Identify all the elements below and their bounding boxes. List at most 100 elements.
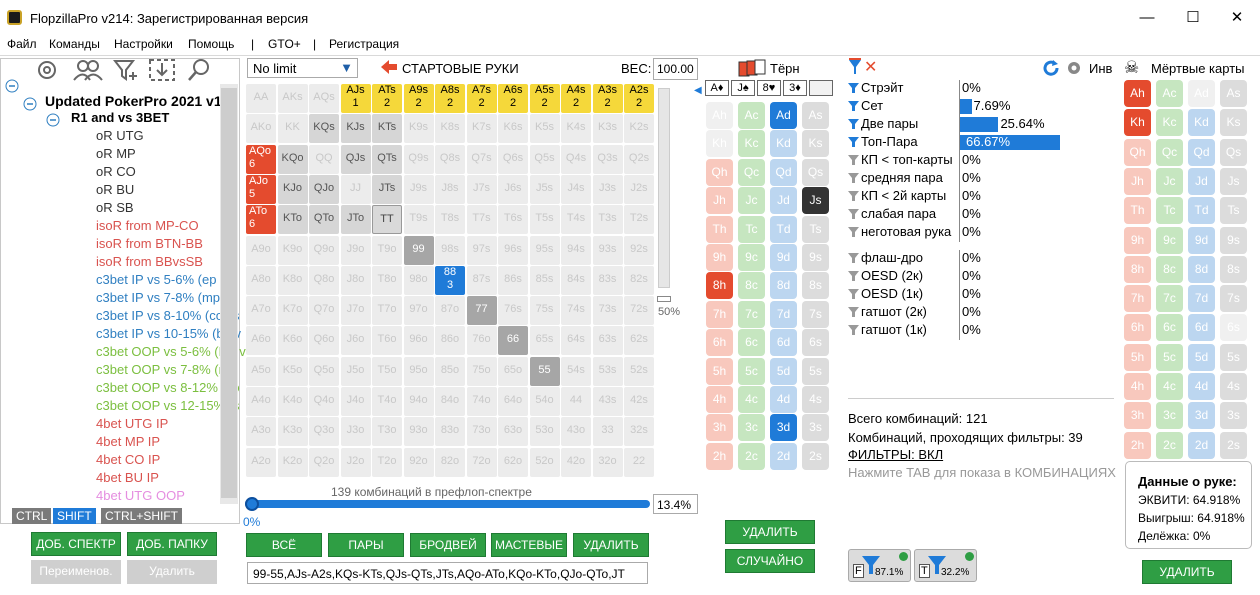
turn-card-Td[interactable]: Td [770, 215, 797, 243]
dead-card-Qd[interactable]: Qd [1188, 138, 1215, 166]
hand-cell-Q4s[interactable]: Q4s [561, 144, 591, 174]
turn-card-9d[interactable]: 9d [770, 244, 797, 271]
hand-cell-QJo[interactable]: QJo [309, 174, 339, 204]
tree-item[interactable]: oR SB [96, 200, 134, 215]
dead-card-As[interactable]: As [1220, 80, 1247, 107]
filter-icon[interactable] [848, 118, 859, 133]
dead-card-4d[interactable]: 4d [1188, 373, 1215, 400]
tree-item[interactable]: c3bet OOP vs 8-12% (co [96, 380, 240, 395]
hand-cell-53o[interactable]: 53o [529, 417, 560, 447]
progress-handle[interactable] [245, 497, 259, 511]
tree-item[interactable]: 4bet CO IP [96, 452, 160, 467]
turn-card-Ac[interactable]: Ac [738, 102, 765, 129]
turn-card-Qs[interactable]: Qs [802, 158, 829, 186]
hand-cell-K6o[interactable]: K6o [277, 326, 308, 356]
hand-cell-86o[interactable]: 86o [435, 326, 465, 356]
turn-card-7s[interactable]: 7s [802, 300, 829, 328]
collapse-icon[interactable] [5, 79, 19, 96]
dead-card-6d[interactable]: 6d [1188, 314, 1215, 342]
turn-card-Qc[interactable]: Qc [738, 158, 765, 186]
dead-card-8c[interactable]: 8c [1156, 255, 1183, 283]
suited-button[interactable]: МАСТЕВЫЕ [491, 533, 567, 557]
hand-cell-64s[interactable]: 64s [561, 326, 591, 356]
turn-card-Th[interactable]: Th [706, 215, 733, 243]
hand-cell-65o[interactable]: 65o [498, 356, 528, 386]
hand-cell-KJo[interactable]: KJo [277, 174, 308, 204]
hand-cell-A6o[interactable]: A6o [246, 326, 276, 356]
hand-cell-Q4o[interactable]: Q4o [309, 387, 339, 416]
hand-cell-A8o[interactable]: A8o [246, 265, 276, 295]
turn-card-8s[interactable]: 8s [802, 272, 829, 300]
turn-card-5h[interactable]: 5h [706, 357, 733, 385]
turn-card-2d[interactable]: 2d [770, 442, 797, 470]
hand-cell-54s[interactable]: 54s [561, 356, 591, 386]
hand-cell-54o[interactable]: 54o [529, 387, 560, 416]
filter-icon[interactable] [848, 306, 859, 321]
hand-cell-74s[interactable]: 74s [561, 296, 591, 326]
turn-card-Js[interactable]: Js [802, 187, 829, 215]
hand-cell-J5o[interactable]: J5o [340, 356, 371, 386]
filter-icon[interactable] [848, 270, 859, 285]
hand-cell-Q7o[interactable]: Q7o [309, 296, 339, 326]
turn-card-Jh[interactable]: Jh [706, 187, 733, 215]
hand-cell-85s[interactable]: 85s [529, 265, 560, 295]
hand-cell-K6s[interactable]: K6s [498, 114, 528, 144]
hand-cell-76o[interactable]: 76o [466, 326, 497, 356]
hand-cell-Q3o[interactable]: Q3o [309, 417, 339, 447]
dead-card-9h[interactable]: 9h [1124, 226, 1151, 254]
hand-cell-72o[interactable]: 72o [466, 447, 497, 477]
board-card[interactable]: 3♦ [783, 80, 807, 96]
tree-item[interactable]: 4bet BU IP [96, 470, 159, 485]
dead-card-8h[interactable]: 8h [1124, 255, 1151, 283]
hand-cell-96s[interactable]: 96s [498, 235, 528, 265]
hand-cell-Q6s[interactable]: Q6s [498, 144, 528, 174]
hand-cell-A4o[interactable]: A4o [246, 387, 276, 416]
turn-card-Kd[interactable]: Kd [770, 130, 797, 158]
hand-cell-66[interactable]: 66 [498, 326, 528, 356]
turn-card-7c[interactable]: 7c [738, 300, 765, 328]
hand-cell-K4o[interactable]: K4o [277, 387, 308, 416]
tree-item[interactable]: isoR from BTN-BB [96, 236, 203, 251]
filter-icon[interactable] [848, 288, 859, 303]
turn-card-3s[interactable]: 3s [802, 414, 829, 442]
invert-label[interactable]: Инв [1089, 61, 1112, 76]
dead-card-Jh[interactable]: Jh [1124, 167, 1151, 195]
dead-card-Td[interactable]: Td [1188, 197, 1215, 225]
hand-cell-95o[interactable]: 95o [403, 356, 434, 386]
hand-cell-85o[interactable]: 85o [435, 356, 465, 386]
tree-scroll-thumb[interactable] [221, 88, 237, 498]
hand-cell-73o[interactable]: 73o [466, 417, 497, 447]
turn-card-Kh[interactable]: Kh [706, 130, 733, 158]
turn-card-7h[interactable]: 7h [706, 300, 733, 328]
hand-cell-QTs[interactable]: QTs [372, 144, 402, 174]
hand-cell-63s[interactable]: 63s [592, 326, 623, 356]
turn-card-2h[interactable]: 2h [706, 442, 733, 470]
tree-item[interactable]: 4bet MP IP [96, 434, 160, 449]
tree-item[interactable]: c3bet IP vs 5-6% (ep vs [96, 272, 233, 287]
turn-card-3d[interactable]: 3d [770, 414, 797, 442]
hand-cell-T2o[interactable]: T2o [372, 447, 402, 477]
hand-cell-53s[interactable]: 53s [592, 356, 623, 386]
dead-card-7s[interactable]: 7s [1220, 285, 1247, 313]
pairs-button[interactable]: ПАРЫ [328, 533, 404, 557]
hand-cell-J4o[interactable]: J4o [340, 387, 371, 416]
add-folder-button[interactable]: ДОБ. ПАПКУ [127, 532, 217, 556]
turn-card-5s[interactable]: 5s [802, 357, 829, 385]
dead-card-6h[interactable]: 6h [1124, 314, 1151, 342]
hand-cell-Q2o[interactable]: Q2o [309, 447, 339, 477]
dead-card-5h[interactable]: 5h [1124, 343, 1151, 371]
filter-icon[interactable] [848, 82, 859, 97]
tree-root[interactable]: Updated PokerPro 2021 v1.2 [45, 93, 233, 109]
hand-cell-72s[interactable]: 72s [624, 296, 654, 326]
hand-cell-52s[interactable]: 52s [624, 356, 654, 386]
tree-item[interactable]: isoR from BBvsSB [96, 254, 203, 269]
filters-toggle[interactable]: ФИЛЬТРЫ: ВКЛ [848, 447, 943, 462]
hand-cell-K7s[interactable]: K7s [466, 114, 497, 144]
dead-card-Tc[interactable]: Tc [1156, 197, 1183, 225]
hand-cell-A6s[interactable]: A6s 2 [498, 84, 528, 113]
hand-cell-63o[interactable]: 63o [498, 417, 528, 447]
dead-card-Th[interactable]: Th [1124, 197, 1151, 225]
turn-card-Tc[interactable]: Tc [738, 215, 765, 243]
dead-card-Ks[interactable]: Ks [1220, 109, 1247, 137]
hand-cell-KQs[interactable]: KQs [309, 114, 339, 144]
